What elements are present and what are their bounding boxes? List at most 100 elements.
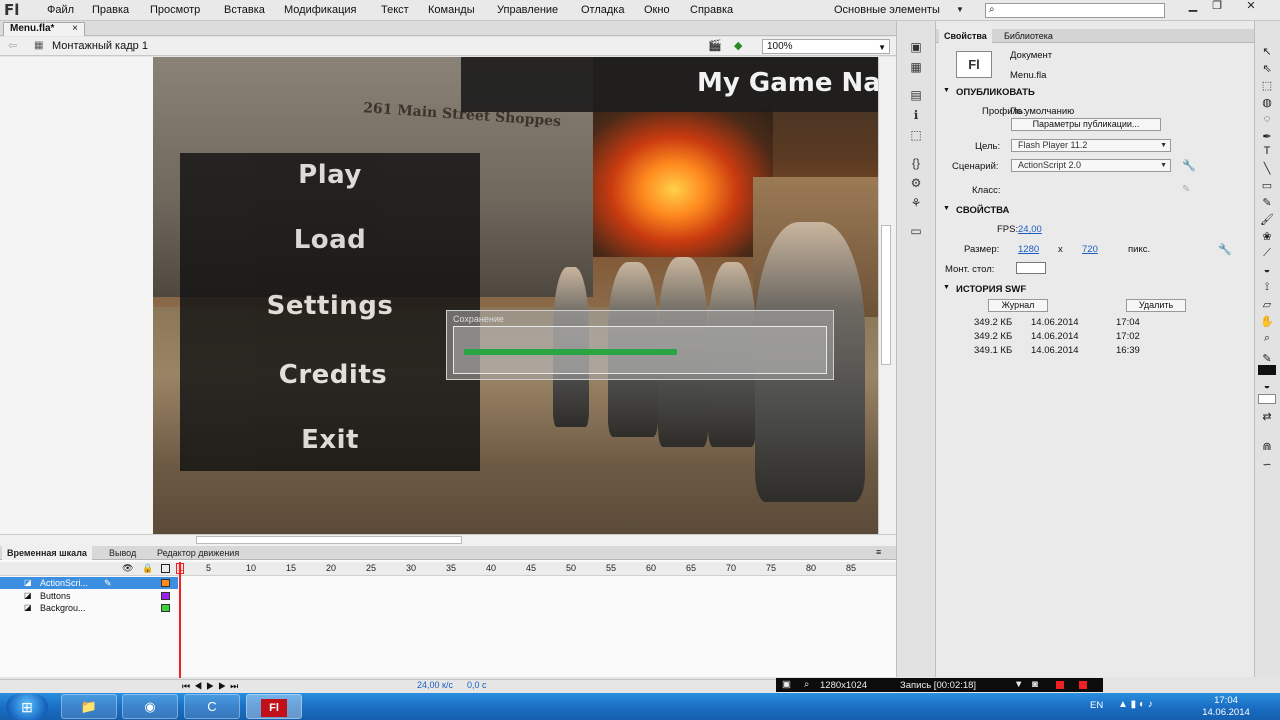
lasso-tool-icon[interactable]: ◌	[1258, 113, 1276, 127]
pencil-tool-icon[interactable]: ✎	[1258, 196, 1276, 210]
motion-presets-icon[interactable]: ⚘	[906, 196, 926, 210]
tab-motion-editor[interactable]: Редактор движения	[152, 546, 244, 560]
rectangle-tool-icon[interactable]: ▭	[1258, 179, 1276, 193]
time-readout[interactable]: 0,0 с	[467, 680, 487, 690]
bone-tool-icon[interactable]: ⟋	[1258, 247, 1276, 261]
free-transform-tool-icon[interactable]: ⬚	[1258, 79, 1276, 93]
swap-colors-icon[interactable]: ⇄	[1258, 410, 1276, 424]
info-icon[interactable]: ℹ	[906, 108, 926, 122]
tab-properties[interactable]: Свойства	[939, 29, 992, 43]
lock-icon[interactable]: 🔒	[142, 563, 153, 574]
wrench-icon[interactable]: 🔧	[1182, 159, 1196, 172]
palette-icon[interactable]: ▣	[906, 40, 926, 54]
zoom-tool-icon[interactable]: ⌕	[1258, 332, 1276, 346]
search-input[interactable]: ⌕	[985, 3, 1165, 18]
wrench-icon[interactable]: 🔧	[1218, 243, 1232, 256]
fps-readout[interactable]: 24,00 к/с	[417, 680, 453, 690]
credits-button[interactable]: Credits	[183, 360, 483, 390]
outline-icon[interactable]	[161, 564, 170, 573]
publish-section-header[interactable]: ОПУБЛИКОВАТЬ	[940, 87, 1254, 101]
menu-control[interactable]: Управление	[497, 4, 558, 16]
fill-color-swatch[interactable]	[1258, 394, 1276, 404]
flash-taskbar-icon[interactable]: Fl	[246, 694, 302, 719]
tab-timeline[interactable]: Временная шкала	[2, 546, 92, 560]
menu-text[interactable]: Текст	[381, 4, 409, 16]
selection-tool-icon[interactable]: ↖	[1258, 45, 1276, 59]
layer-color-swatch[interactable]	[161, 592, 170, 600]
eyedropper-tool-icon[interactable]: ⟟	[1258, 281, 1276, 295]
zoom-select[interactable]: 100% ▼	[762, 39, 890, 54]
document-tab[interactable]: Menu.fla* ×	[3, 22, 85, 36]
menu-modify[interactable]: Модификация	[284, 4, 357, 16]
eraser-tool-icon[interactable]: ▱	[1258, 298, 1276, 312]
publish-settings-button[interactable]: Параметры публикации...	[1011, 118, 1161, 131]
close-button[interactable]: ✕	[1238, 0, 1264, 14]
camera-icon[interactable]: ◙	[1032, 679, 1038, 690]
transform-icon[interactable]: ⬚	[906, 128, 926, 142]
exit-button[interactable]: Exit	[180, 425, 480, 455]
menu-file[interactable]: Файл	[47, 4, 74, 16]
clock-time[interactable]: 17:04	[1198, 695, 1254, 706]
fps-value[interactable]: 24,00	[1018, 224, 1042, 235]
pencil-icon[interactable]: ✎	[1182, 184, 1190, 195]
height-value[interactable]: 720	[1082, 244, 1098, 255]
stroke-color-swatch[interactable]	[1258, 365, 1276, 375]
app-taskbar-icon[interactable]: C	[184, 694, 240, 719]
language-indicator[interactable]: EN	[1090, 700, 1103, 711]
tab-output[interactable]: Вывод	[104, 546, 141, 560]
edit-symbol-icon[interactable]: ◆	[734, 39, 742, 52]
deco-tool-icon[interactable]: ❀	[1258, 230, 1276, 244]
stage[interactable]: 261 Main Street Shoppes My Game Nar Play…	[153, 57, 878, 534]
pause-icon[interactable]	[1056, 681, 1064, 689]
menu-view[interactable]: Просмотр	[150, 4, 200, 16]
history-icon[interactable]: ▭	[906, 224, 926, 238]
swf-history-section-header[interactable]: ИСТОРИЯ SWF	[940, 284, 1254, 298]
tab-library[interactable]: Библиотека	[999, 29, 1058, 43]
chrome-taskbar-icon[interactable]: ◉	[122, 694, 178, 719]
delete-button[interactable]: Удалить	[1126, 299, 1186, 312]
play-button[interactable]: Play	[180, 160, 480, 190]
stage-color-swatch[interactable]	[1016, 262, 1046, 274]
stage-vertical-scroll-thumb[interactable]	[881, 225, 891, 365]
window-icon[interactable]: ▣	[782, 679, 791, 690]
maximize-button[interactable]: ❐	[1204, 0, 1230, 14]
smooth-icon[interactable]: ∽	[1258, 458, 1276, 472]
snap-icon[interactable]: ⋒	[1258, 440, 1276, 454]
magnifier-icon[interactable]: ⌕	[804, 679, 809, 690]
hand-tool-icon[interactable]: ✋	[1258, 315, 1276, 329]
stroke-color-icon[interactable]: ✎	[1258, 352, 1276, 366]
paint-bucket-tool-icon[interactable]: ◒	[1258, 264, 1276, 278]
script-select[interactable]: ActionScript 2.0 ▼	[1011, 159, 1171, 172]
load-button[interactable]: Load	[180, 225, 480, 255]
edit-scene-icon[interactable]: 🎬	[708, 39, 722, 52]
start-button[interactable]: ⊞	[6, 694, 48, 720]
eye-icon[interactable]: 👁	[122, 563, 133, 574]
settings-button[interactable]: Settings	[180, 291, 480, 321]
text-tool-icon[interactable]: T	[1258, 145, 1276, 159]
clock-date[interactable]: 14.06.2014	[1198, 707, 1254, 718]
line-tool-icon[interactable]: ╲	[1258, 162, 1276, 176]
workspace-switcher[interactable]: Основные элементы	[834, 4, 940, 16]
grid-icon[interactable]: ▦	[906, 60, 926, 74]
subselection-tool-icon[interactable]: ⇖	[1258, 62, 1276, 76]
layer-color-swatch[interactable]	[161, 604, 170, 612]
menu-commands[interactable]: Команды	[428, 4, 475, 16]
menu-window[interactable]: Окно	[644, 4, 670, 16]
menu-insert[interactable]: Вставка	[224, 4, 265, 16]
dropdown-icon[interactable]: ▼	[1014, 679, 1023, 690]
panel-menu-icon[interactable]: ≡	[876, 547, 881, 557]
stop-icon[interactable]	[1079, 681, 1087, 689]
code-snippets-icon[interactable]: {}	[906, 156, 926, 170]
menu-help[interactable]: Справка	[690, 4, 733, 16]
log-button[interactable]: Журнал	[988, 299, 1048, 312]
minimize-button[interactable]: ▁	[1180, 0, 1206, 14]
align-icon[interactable]: ▤	[906, 88, 926, 102]
menu-debug[interactable]: Отладка	[581, 4, 624, 16]
fill-color-icon[interactable]: ◒	[1258, 380, 1276, 394]
stage-horizontal-scroll-thumb[interactable]	[196, 536, 462, 544]
layer-color-swatch[interactable]	[161, 579, 170, 587]
pen-tool-icon[interactable]: ✒	[1258, 130, 1276, 144]
properties-section-header[interactable]: СВОЙСТВА	[940, 205, 1254, 219]
chevron-down-icon[interactable]: ▼	[956, 5, 964, 14]
3d-rotation-tool-icon[interactable]: ◍	[1258, 96, 1276, 110]
